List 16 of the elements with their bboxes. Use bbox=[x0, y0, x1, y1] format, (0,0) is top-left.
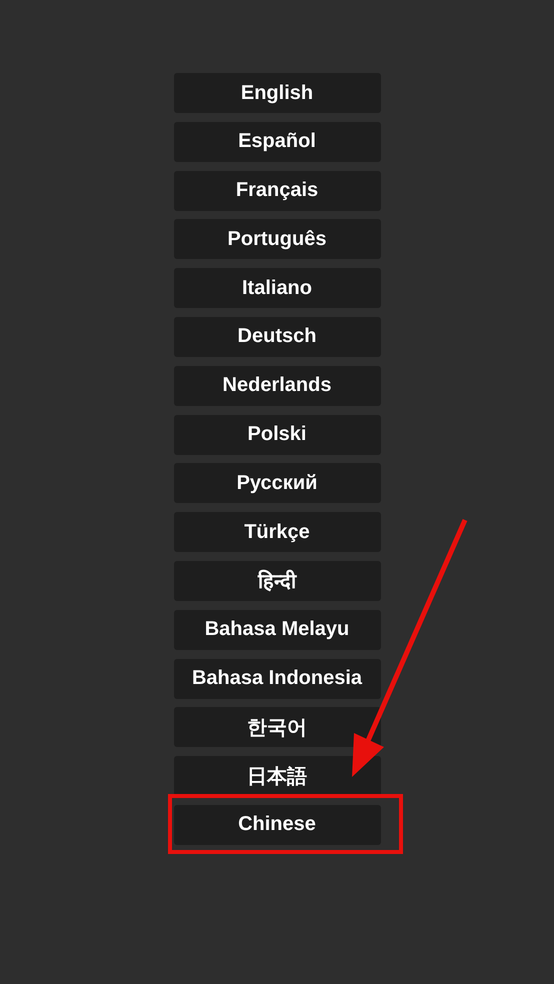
language-button[interactable]: Polski bbox=[174, 414, 380, 455]
language-button[interactable]: Português bbox=[174, 219, 380, 260]
language-button[interactable]: Français bbox=[174, 170, 380, 211]
language-button[interactable]: Bahasa Indonesia bbox=[174, 658, 380, 699]
language-button[interactable]: Deutsch bbox=[174, 316, 380, 357]
language-button[interactable]: Italiano bbox=[174, 268, 380, 308]
language-button[interactable]: Русский bbox=[174, 463, 380, 504]
language-button[interactable]: 日本語 bbox=[174, 756, 380, 796]
language-button[interactable]: English bbox=[174, 73, 380, 113]
language-button[interactable]: हिन्दी bbox=[174, 560, 380, 601]
language-button[interactable]: Chinese bbox=[174, 804, 380, 845]
language-button[interactable]: Español bbox=[174, 122, 380, 162]
language-button[interactable]: Türkçe bbox=[174, 512, 380, 552]
language-button[interactable]: 한국어 bbox=[174, 707, 380, 748]
language-button[interactable]: Bahasa Melayu bbox=[174, 610, 380, 650]
language-button[interactable]: Nederlands bbox=[174, 366, 380, 406]
